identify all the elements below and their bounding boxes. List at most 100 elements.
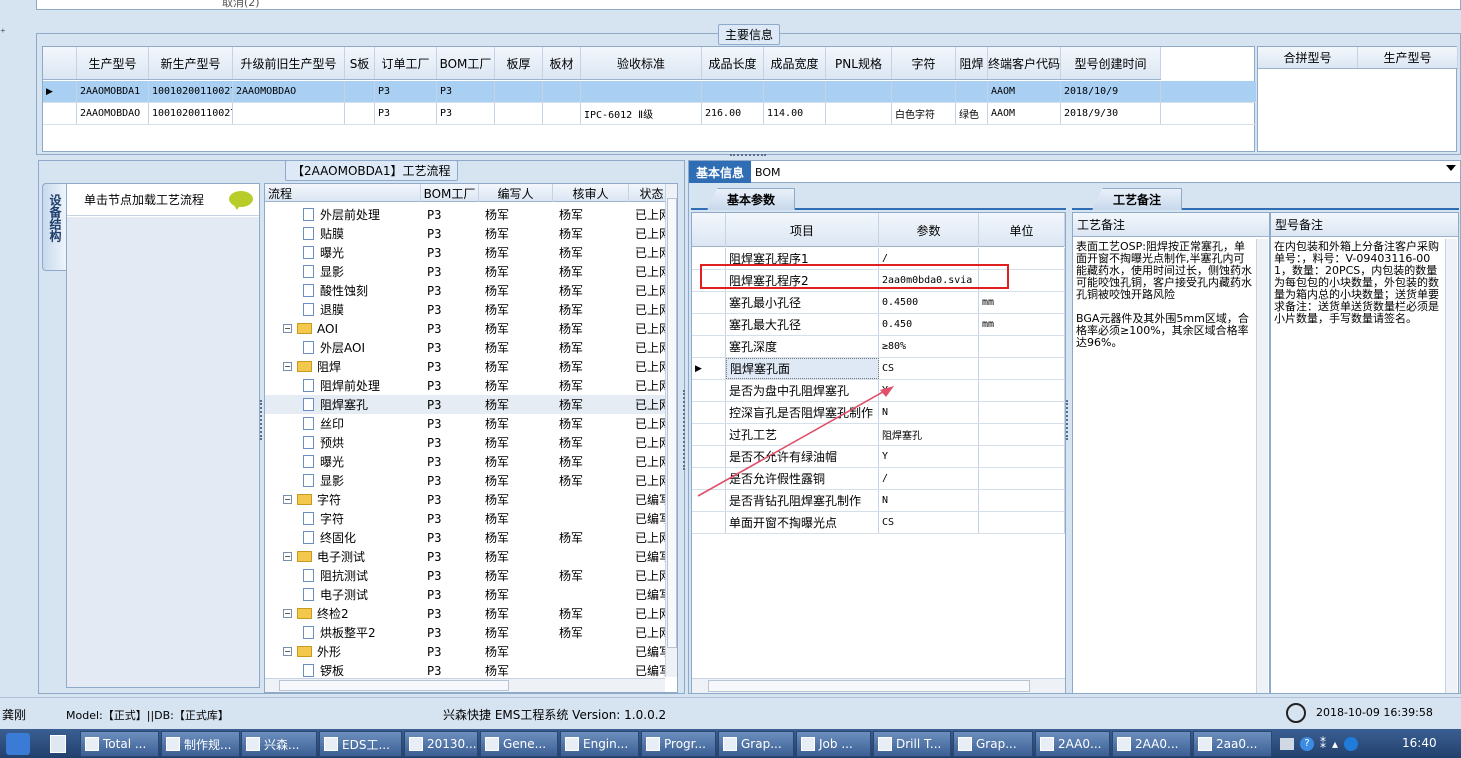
- tree-row[interactable]: − 外形 P3 杨军 已编写: [265, 642, 665, 661]
- tree-vscroll-thumb[interactable]: [667, 198, 677, 648]
- tree-node[interactable]: 烘板整平2: [265, 623, 421, 642]
- table-cell[interactable]: 10010200110027: [149, 81, 233, 102]
- tree-row[interactable]: 显影 P3 杨军 杨军 已上网: [265, 262, 665, 281]
- merge-col-1[interactable]: 生产型号: [1358, 47, 1458, 68]
- main-info-col-10[interactable]: 成品宽度: [764, 47, 826, 79]
- tree-row[interactable]: 外层前处理 P3 杨军 杨军 已上网: [265, 205, 665, 224]
- main-info-grid[interactable]: 生产型号 新生产型号 升级前旧生产型号 S板 订单工厂 BOM工厂 板厚 板材 验收标准 成品长度…: [42, 46, 1256, 152]
- taskbar-item[interactable]: 2aa0...: [1193, 731, 1272, 757]
- tree-row[interactable]: 预烘 P3 杨军 杨军 已上网: [265, 433, 665, 452]
- help-icon[interactable]: ?: [1300, 737, 1314, 751]
- tree-node[interactable]: 阻焊前处理: [265, 376, 421, 395]
- table-cell[interactable]: AAOM: [988, 81, 1061, 102]
- taskbar-item[interactable]: Job ...: [796, 731, 871, 757]
- model-remarks-text[interactable]: 在内包装和外箱上分备注客户采购单号：，料号：V-09403116-001，数量：…: [1274, 241, 1444, 325]
- table-cell[interactable]: [345, 81, 375, 102]
- taskbar-item[interactable]: Grap...: [718, 731, 794, 757]
- table-cell[interactable]: AAOM: [988, 103, 1061, 124]
- tree-hscroll-thumb[interactable]: [279, 680, 509, 691]
- param-value[interactable]: ≥80%: [879, 336, 979, 357]
- tree-row[interactable]: − 字符 P3 杨军 已编写: [265, 490, 665, 509]
- table-cell[interactable]: 2018/10/9: [1061, 81, 1161, 102]
- param-row[interactable]: 塞孔最小孔径 0.4500 mm: [692, 292, 1065, 314]
- taskbar-item[interactable]: Engin...: [560, 731, 639, 757]
- tree-row[interactable]: 阻焊塞孔 P3 杨军 杨军 已上网: [265, 395, 665, 414]
- main-info-col-14[interactable]: 终端客户代码: [988, 47, 1061, 79]
- table-cell[interactable]: 2AAOMOBDAO: [233, 81, 345, 102]
- table-cell[interactable]: IPC-6012 Ⅱ级: [581, 103, 702, 124]
- start-icon[interactable]: [6, 733, 30, 755]
- param-row[interactable]: ▶ 阻焊塞孔面 CS: [692, 358, 1065, 380]
- param-value[interactable]: 0.450: [879, 314, 979, 335]
- tree-node[interactable]: − 电子测试: [265, 547, 421, 566]
- desktop-icon[interactable]: [50, 735, 66, 753]
- table-cell[interactable]: 2AAOMOBDAO: [77, 103, 149, 124]
- taskbar-item[interactable]: 兴森...: [241, 731, 317, 757]
- tree-row[interactable]: 曝光 P3 杨军 杨军 已上网: [265, 452, 665, 471]
- params-col-2[interactable]: 单位: [979, 213, 1065, 247]
- tree-node[interactable]: − 终检2: [265, 604, 421, 623]
- tree-row[interactable]: − AOI P3 杨军 杨军 已上网: [265, 319, 665, 338]
- table-cell[interactable]: P3: [437, 81, 495, 102]
- table-cell[interactable]: P3: [437, 103, 495, 124]
- tree-node[interactable]: 显影: [265, 471, 421, 490]
- taskbar-item[interactable]: EDS工...: [319, 731, 402, 757]
- table-cell[interactable]: [233, 103, 345, 124]
- tree-row[interactable]: 贴膜 P3 杨军 杨军 已上网: [265, 224, 665, 243]
- tree-node[interactable]: − 阻焊: [265, 357, 421, 376]
- security-icon[interactable]: [1344, 737, 1359, 751]
- tree-row[interactable]: 电子测试 P3 杨军 已编写: [265, 585, 665, 604]
- table-cell[interactable]: [892, 81, 956, 102]
- param-row[interactable]: 塞孔深度 ≥80%: [692, 336, 1065, 358]
- tree-row[interactable]: − 阻焊 P3 杨军 杨军 已上网: [265, 357, 665, 376]
- keyboard-icon[interactable]: [1280, 738, 1294, 750]
- taskbar-clock[interactable]: 16:40: [1402, 736, 1437, 750]
- tree-node[interactable]: 外层前处理: [265, 205, 421, 224]
- tree-node[interactable]: 退膜: [265, 300, 421, 319]
- param-value[interactable]: CS: [879, 512, 979, 533]
- table-cell[interactable]: [581, 81, 702, 102]
- taskbar-item[interactable]: Grap...: [953, 731, 1033, 757]
- tree-row[interactable]: 烘板整平2 P3 杨军 杨军 已上网: [265, 623, 665, 642]
- tree-node[interactable]: 丝印: [265, 414, 421, 433]
- main-info-col-3[interactable]: S板: [345, 47, 375, 79]
- table-cell[interactable]: 10010200110027: [149, 103, 233, 124]
- tab-process-remarks[interactable]: 工艺备注: [1092, 188, 1182, 210]
- tree-node[interactable]: 曝光: [265, 452, 421, 471]
- collapse-icon[interactable]: −: [283, 647, 292, 656]
- merge-model-grid[interactable]: 合拼型号 生产型号: [1257, 46, 1458, 152]
- process-tree-grid[interactable]: 流程BOM工厂编写人核审人状态 外层前处理P3杨军杨军已上网贴膜P3杨军杨军已上…: [264, 183, 678, 693]
- taskbar-item[interactable]: 2AA0...: [1112, 731, 1191, 757]
- table-cell[interactable]: [345, 103, 375, 124]
- taskbar-item[interactable]: Progr...: [641, 731, 716, 757]
- table-cell[interactable]: 2018/9/30: [1061, 103, 1161, 124]
- main-info-col-13[interactable]: 阻焊: [956, 47, 988, 79]
- taskbar-item[interactable]: 20130...: [404, 731, 478, 757]
- tree-row[interactable]: 终固化 P3 杨军 杨军 已上网: [265, 528, 665, 547]
- table-cell[interactable]: [543, 103, 581, 124]
- model-remarks-vscroll[interactable]: [1445, 239, 1457, 693]
- tree-node[interactable]: − 外形: [265, 642, 421, 661]
- right-splitter[interactable]: [1066, 400, 1070, 440]
- table-cell[interactable]: 114.00: [764, 103, 826, 124]
- collapse-icon[interactable]: −: [283, 552, 292, 561]
- process-remarks-vscroll[interactable]: [1256, 239, 1268, 693]
- collapse-icon[interactable]: −: [283, 324, 292, 333]
- params-hscroll-thumb[interactable]: [708, 680, 1030, 692]
- tree-row[interactable]: 字符 P3 杨军 已编写: [265, 509, 665, 528]
- main-info-col-9[interactable]: 成品长度: [702, 47, 764, 79]
- tree-node[interactable]: 终固化: [265, 528, 421, 547]
- tree-col-3[interactable]: 核审人: [553, 184, 629, 202]
- tree-node[interactable]: 电子测试: [265, 585, 421, 604]
- tree-vscroll[interactable]: [665, 184, 677, 677]
- tree-row[interactable]: 酸性蚀刻 P3 杨军 杨军 已上网: [265, 281, 665, 300]
- tree-row[interactable]: 外层AOI P3 杨军 杨军 已上网: [265, 338, 665, 357]
- network-icon[interactable]: ⁑: [1320, 737, 1326, 751]
- table-cell[interactable]: [956, 81, 988, 102]
- tree-node[interactable]: 阻抗测试: [265, 566, 421, 585]
- splitter-handle[interactable]: [730, 154, 766, 157]
- tab-basic-params[interactable]: 基本参数: [707, 188, 795, 210]
- param-value[interactable]: 0.4500: [879, 292, 979, 313]
- tree-row[interactable]: − 电子测试 P3 杨军 已编写: [265, 547, 665, 566]
- main-info-col-7[interactable]: 板材: [543, 47, 581, 79]
